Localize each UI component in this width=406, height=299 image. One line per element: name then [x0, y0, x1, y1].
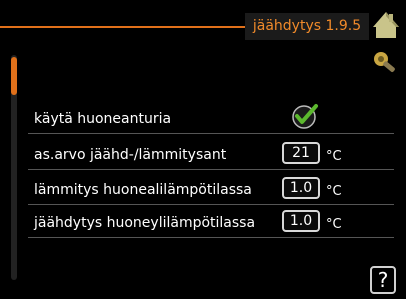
row-divider	[28, 237, 394, 238]
service-tool-icon[interactable]	[372, 50, 398, 76]
row-divider	[28, 133, 394, 134]
row-divider	[28, 204, 394, 205]
help-button[interactable]: ?	[370, 266, 396, 294]
scrollbar-thumb[interactable]	[11, 57, 17, 95]
setting-label: lämmitys huonealilämpötilassa	[34, 182, 252, 198]
setting-label: as.arvo jäähd-/lämmitysant	[34, 147, 227, 163]
unit-label: °C	[326, 217, 342, 232]
unit-label: °C	[326, 149, 342, 164]
page-title: jäähdytys 1.9.5	[245, 13, 369, 40]
setting-row-setpoint[interactable]: as.arvo jäähd-/lämmitysant 21 °C	[28, 140, 394, 170]
setting-row-cooling-overheat[interactable]: jäähdytys huoneylilämpötilassa 1.0 °C	[28, 208, 394, 238]
cooling-overheat-value-field[interactable]: 1.0	[282, 210, 320, 232]
setpoint-value-field[interactable]: 21	[282, 142, 320, 164]
setting-label: käytä huoneanturia	[34, 111, 172, 127]
setting-row-use-room-sensor[interactable]: käytä huoneanturia	[28, 104, 394, 134]
unit-label: °C	[326, 184, 342, 199]
screen: jäähdytys 1.9.5 käytä huoneanturia as.ar…	[0, 0, 406, 299]
setting-label: jäähdytys huoneylilämpötilassa	[34, 215, 256, 231]
header-accent-line	[0, 26, 245, 28]
setting-row-heating-underheat[interactable]: lämmitys huonealilämpötilassa 1.0 °C	[28, 175, 394, 205]
house-icon[interactable]	[370, 9, 402, 41]
row-divider	[28, 169, 394, 170]
checkmark-icon[interactable]	[290, 102, 320, 130]
heating-underheat-value-field[interactable]: 1.0	[282, 177, 320, 199]
